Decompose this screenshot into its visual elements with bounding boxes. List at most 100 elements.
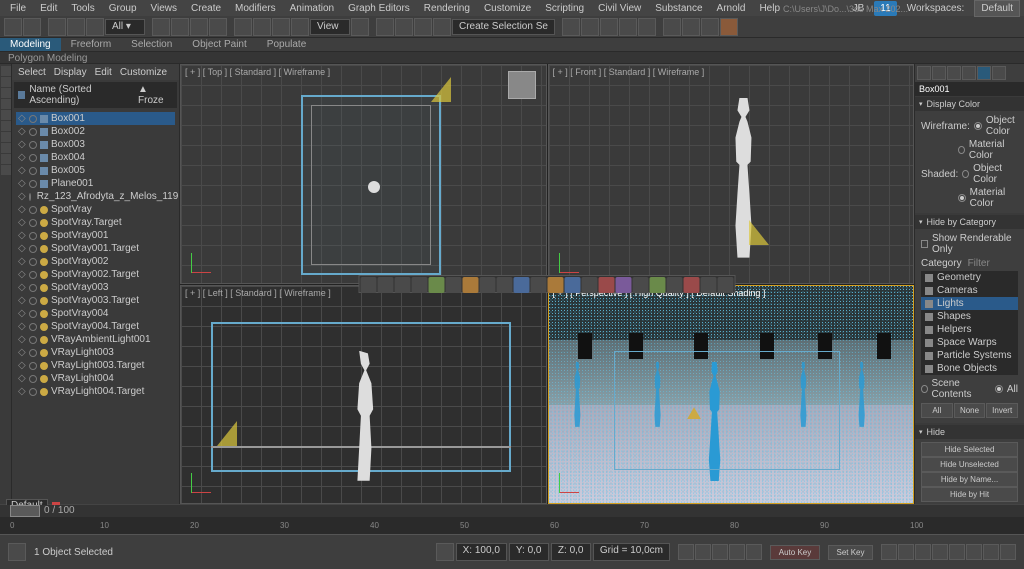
tab-create[interactable] <box>917 66 931 80</box>
vptb-19[interactable] <box>667 277 683 293</box>
btn-hide-unselected[interactable]: Hide Unselected <box>921 457 1018 472</box>
vptb-17[interactable] <box>633 277 649 293</box>
viewport-left-label[interactable]: [ + ] [ Left ] [ Standard ] [ Wireframe … <box>185 288 331 298</box>
place-button[interactable] <box>291 18 309 36</box>
ribbon-objectpaint[interactable]: Object Paint <box>182 38 256 51</box>
expand-icon[interactable]: ◇ <box>18 334 26 345</box>
bind-button[interactable] <box>86 18 104 36</box>
radio-sh-objcolor[interactable] <box>962 170 969 178</box>
maximize-viewport-button[interactable] <box>949 544 965 560</box>
scene-item[interactable]: ◇VRayLight004 <box>16 372 175 385</box>
scale-button[interactable] <box>272 18 290 36</box>
visibility-icon[interactable] <box>29 271 37 279</box>
scene-item[interactable]: ◇SpotVray004 <box>16 307 175 320</box>
visibility-icon[interactable] <box>29 310 37 318</box>
vptb-15[interactable] <box>599 277 615 293</box>
next-frame-button[interactable] <box>729 544 745 560</box>
autokey-button[interactable]: Auto Key <box>770 545 820 560</box>
btn-hide-selected[interactable]: Hide Selected <box>921 442 1018 457</box>
menu-rendering[interactable]: Rendering <box>418 1 476 16</box>
snap-toggle[interactable] <box>376 18 394 36</box>
zoom-all-button[interactable] <box>983 544 999 560</box>
expand-icon[interactable]: ◇ <box>18 308 26 319</box>
btn-all[interactable]: All <box>921 403 953 418</box>
visibility-icon[interactable] <box>29 115 37 123</box>
menu-grapheditors[interactable]: Graph Editors <box>342 1 416 16</box>
tab-motion[interactable] <box>962 66 976 80</box>
lefttool-7[interactable] <box>1 132 11 142</box>
visibility-icon[interactable] <box>29 297 37 305</box>
link-button[interactable] <box>48 18 66 36</box>
coord-z[interactable]: Z: 0,0 <box>551 543 591 561</box>
coord-x[interactable]: X: 100,0 <box>456 543 507 561</box>
menu-scripting[interactable]: Scripting <box>539 1 590 16</box>
btn-none[interactable]: None <box>954 403 986 418</box>
radio-wf-matcolor[interactable] <box>958 146 965 154</box>
scene-item[interactable]: ◇SpotVray003 <box>16 281 175 294</box>
spinner-snap-toggle[interactable] <box>433 18 451 36</box>
visibility-icon[interactable] <box>29 284 37 292</box>
visibility-icon[interactable] <box>29 375 37 383</box>
lefttool-1[interactable] <box>1 66 11 76</box>
tab-utilities[interactable] <box>992 66 1006 80</box>
move-button[interactable] <box>234 18 252 36</box>
visibility-icon[interactable] <box>29 167 37 175</box>
scene-sort-header[interactable]: Name (Sorted Ascending) ▲ Froze <box>14 82 177 108</box>
expand-icon[interactable]: ◇ <box>18 243 26 254</box>
select-region-button[interactable] <box>190 18 208 36</box>
scene-item[interactable]: ◇Plane001 <box>16 177 175 190</box>
scene-item[interactable]: ◇Box004 <box>16 151 175 164</box>
category-item[interactable]: Space Warps <box>921 336 1018 349</box>
lefttool-2[interactable] <box>1 77 11 87</box>
time-slider-handle[interactable] <box>10 505 40 517</box>
visibility-icon[interactable] <box>29 180 37 188</box>
setkey-button[interactable]: Set Key <box>828 545 873 560</box>
category-item[interactable]: Cameras <box>921 284 1018 297</box>
scene-item[interactable]: ◇VRayAmbientLight001 <box>16 333 175 346</box>
play-button[interactable] <box>712 544 728 560</box>
vptb-12[interactable] <box>548 277 564 293</box>
vptb-20[interactable] <box>684 277 700 293</box>
menu-group[interactable]: Group <box>103 1 143 16</box>
render-setup-button[interactable] <box>682 18 700 36</box>
expand-icon[interactable]: ◇ <box>18 165 26 176</box>
window-crossing-button[interactable] <box>209 18 227 36</box>
menu-modifiers[interactable]: Modifiers <box>229 1 282 16</box>
category-item[interactable]: Geometry <box>921 271 1018 284</box>
vptb-9[interactable] <box>497 277 513 293</box>
visibility-icon[interactable] <box>29 362 37 370</box>
zoom-region-button[interactable] <box>1000 544 1016 560</box>
layers-button[interactable] <box>600 18 618 36</box>
ribbon-freeform[interactable]: Freeform <box>61 38 122 51</box>
scene-tab-display[interactable]: Display <box>54 67 87 78</box>
vptb-22[interactable] <box>718 277 734 293</box>
viewport-perspective[interactable]: [ + ] [ Perspective ] [ High Quality ] [… <box>548 285 915 505</box>
viewport-front-label[interactable]: [ + ] [ Front ] [ Standard ] [ Wireframe… <box>553 67 705 77</box>
menu-customize[interactable]: Customize <box>478 1 537 16</box>
btn-invert[interactable]: Invert <box>986 403 1018 418</box>
fov-button[interactable] <box>966 544 982 560</box>
rollout-hide[interactable]: Hide <box>915 425 1024 439</box>
vptb-8[interactable] <box>480 277 496 293</box>
ribbon-selection[interactable]: Selection <box>121 38 182 51</box>
scene-tab-edit[interactable]: Edit <box>95 67 112 78</box>
visibility-icon[interactable] <box>29 219 37 227</box>
tab-modify[interactable] <box>932 66 946 80</box>
viewport-top[interactable]: [ + ] [ Top ] [ Standard ] [ Wireframe ] <box>180 64 547 284</box>
tab-hierarchy[interactable] <box>947 66 961 80</box>
scene-item[interactable]: ◇Rz_123_Afrodyta_z_Melos_119K002 <box>16 190 175 203</box>
vptb-3[interactable] <box>395 277 411 293</box>
visibility-icon[interactable] <box>29 232 37 240</box>
expand-icon[interactable]: ◇ <box>18 230 26 241</box>
vptb-13[interactable] <box>565 277 581 293</box>
vptb-7[interactable] <box>463 277 479 293</box>
expand-icon[interactable]: ◇ <box>18 256 26 267</box>
visibility-icon[interactable] <box>29 388 37 396</box>
lefttool-4[interactable] <box>1 99 11 109</box>
scene-item[interactable]: ◇Box005 <box>16 164 175 177</box>
zoom-extents-button[interactable] <box>915 544 931 560</box>
expand-icon[interactable]: ◇ <box>18 282 26 293</box>
visibility-icon[interactable] <box>29 193 31 201</box>
goto-start-button[interactable] <box>678 544 694 560</box>
goto-end-button[interactable] <box>746 544 762 560</box>
